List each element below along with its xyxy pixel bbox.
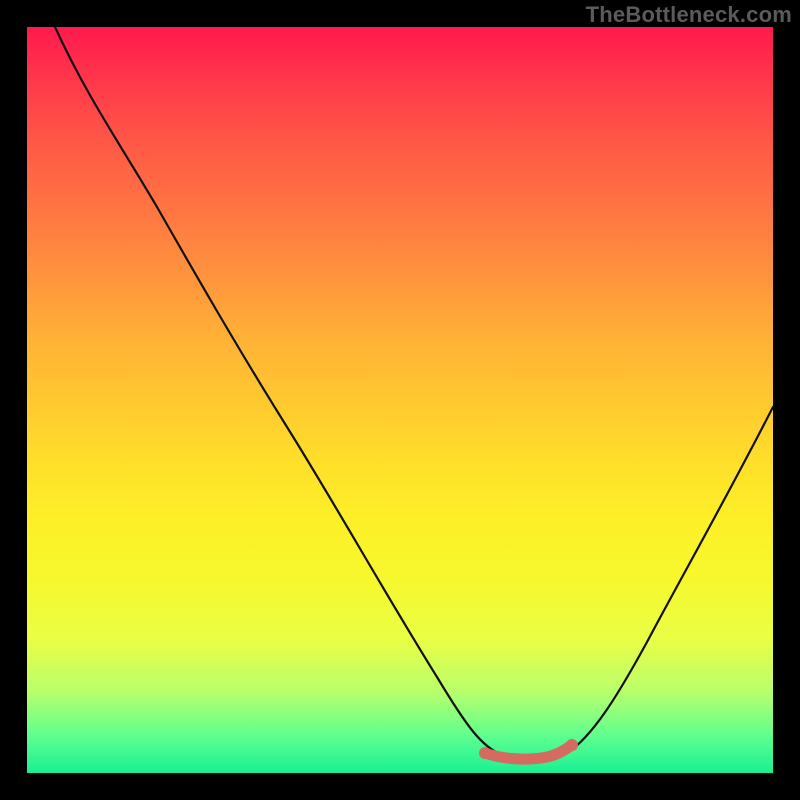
chart-stage: TheBottleneck.com bbox=[0, 0, 800, 800]
plot-area bbox=[27, 27, 773, 773]
curve-layer bbox=[27, 27, 773, 773]
marker-end-dot bbox=[566, 739, 578, 751]
watermark-text: TheBottleneck.com bbox=[586, 2, 792, 28]
marker-start-dot bbox=[479, 747, 491, 759]
optimal-range-marker bbox=[485, 745, 572, 759]
bottleneck-curve bbox=[55, 27, 773, 760]
